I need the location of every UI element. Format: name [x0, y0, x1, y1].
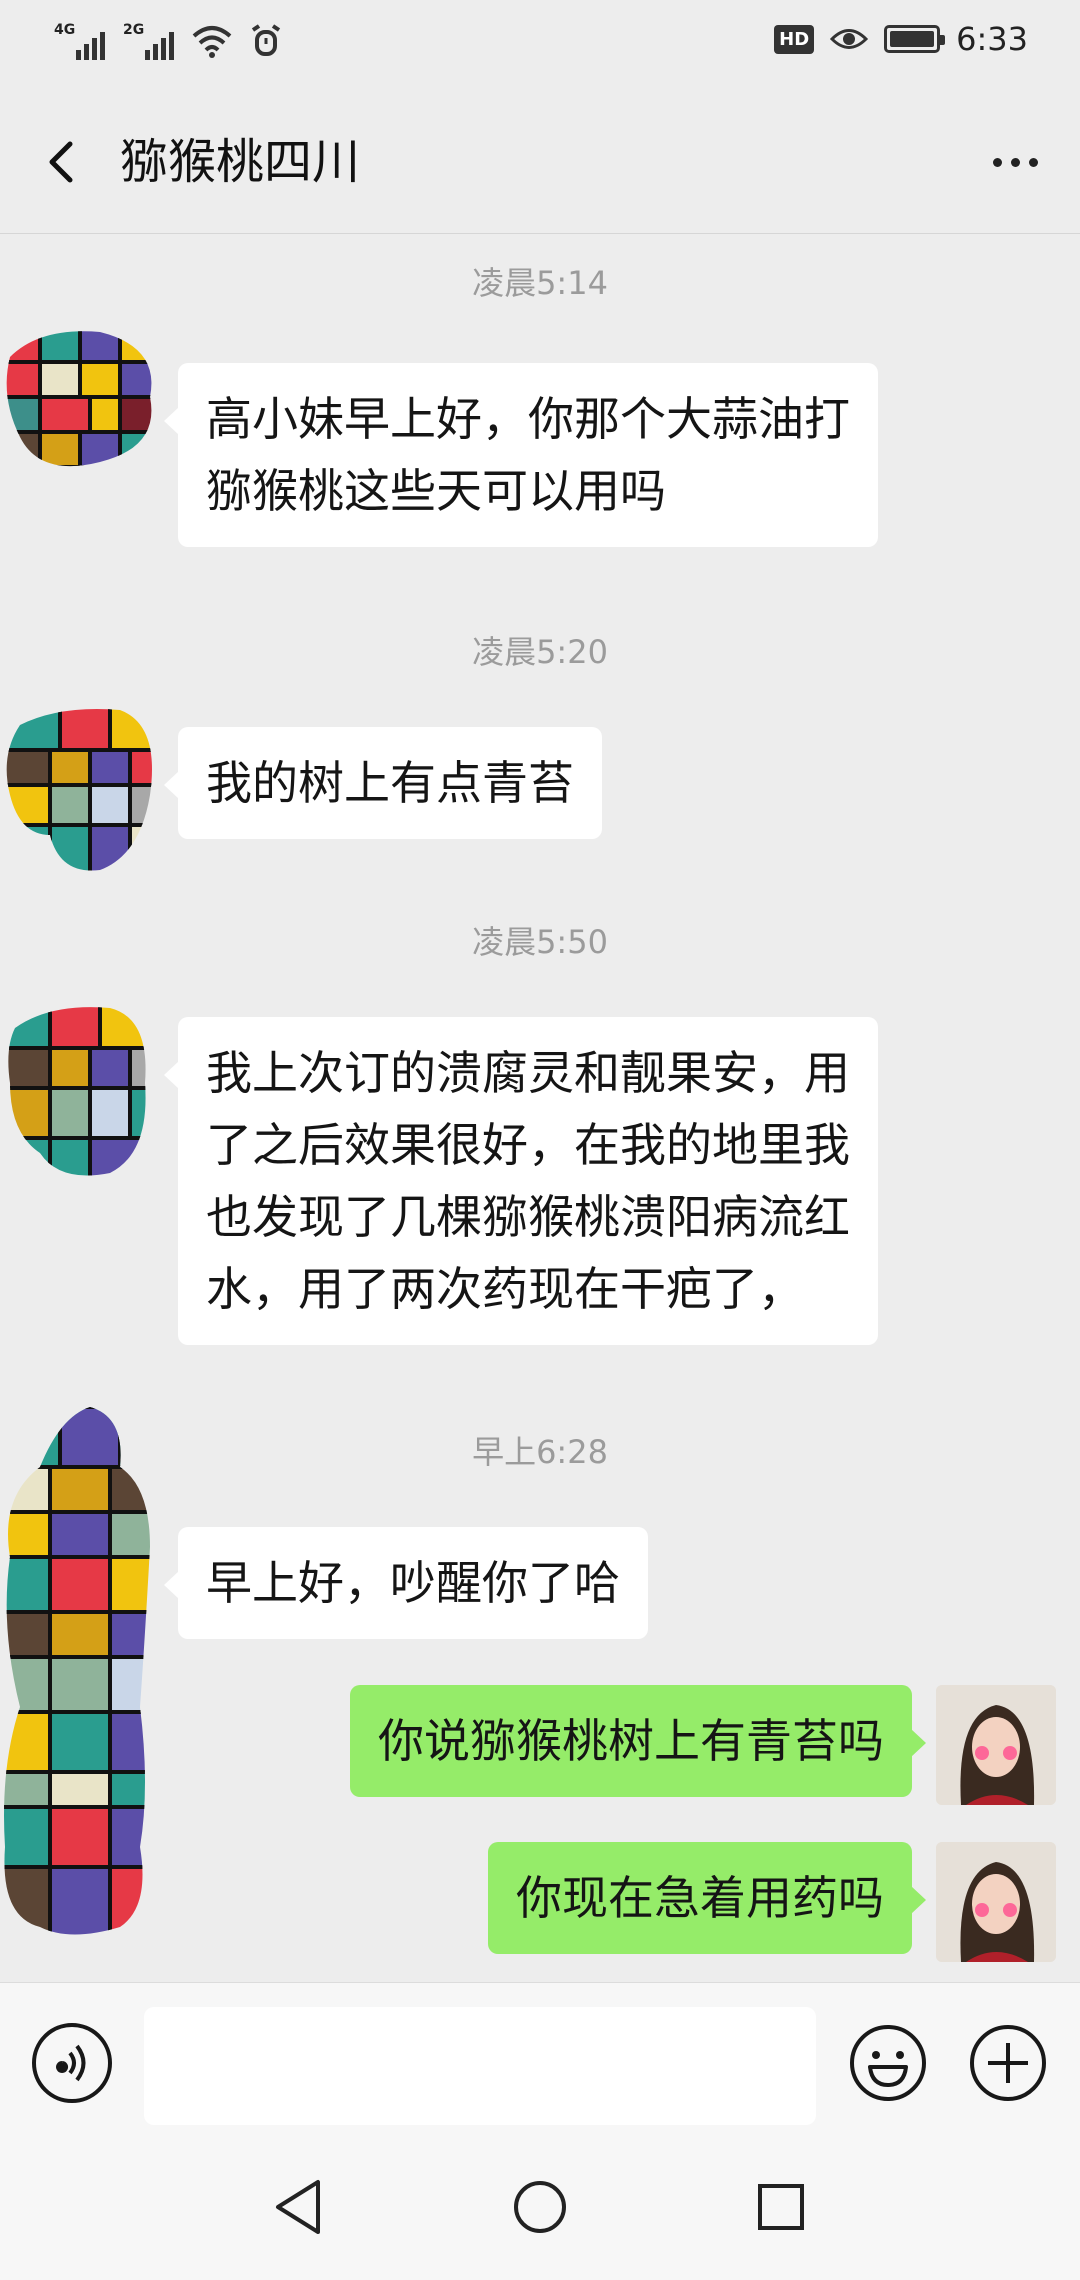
back-triangle-icon [276, 2180, 320, 2234]
more-button[interactable] [980, 130, 1050, 194]
message-line: 你现在急着用药吗 [516, 1871, 884, 1925]
status-left: 4G 2G [54, 22, 282, 60]
nav-back-button[interactable] [260, 2172, 340, 2242]
plus-icon [970, 2025, 1046, 2101]
outgoing-message[interactable]: 你说猕猴桃树上有青苔吗 [350, 1685, 926, 1797]
eye-icon [830, 29, 869, 49]
message-line: 我的树上有点青苔 [206, 756, 574, 810]
alarm-icon [251, 24, 281, 56]
home-circle-icon [514, 2181, 566, 2233]
outgoing-message[interactable]: 你现在急着用药吗 [488, 1842, 926, 1954]
message-line: 了之后效果很好，在我的地里我 [206, 1118, 850, 1172]
self-avatar[interactable] [936, 1842, 1056, 1962]
incoming-message[interactable]: 高小妹早上好，你那个大蒜油打 猕猴桃这些天可以用吗 [164, 363, 878, 547]
contact-avatar[interactable] [0, 705, 160, 875]
chat-header: 猕猴桃四川 [0, 90, 1080, 234]
message-line: 早上好，吵醒你了哈 [206, 1556, 620, 1610]
back-button[interactable] [36, 130, 96, 194]
message-input[interactable] [144, 2007, 816, 2125]
timestamp: 凌晨5:20 [472, 633, 608, 671]
signal-2g-icon: 2G [123, 22, 174, 60]
contact-avatar[interactable] [0, 1003, 160, 1183]
self-avatar-photo [936, 1685, 1056, 1805]
hd-icon: HD [774, 24, 815, 54]
timestamp: 早上6:28 [472, 1433, 608, 1471]
status-bar: 4G 2G HD 6:33 [0, 0, 1080, 90]
input-bar [0, 1982, 1080, 2132]
message-line: 你说猕猴桃树上有青苔吗 [378, 1714, 884, 1768]
more-dots-icon [992, 157, 1002, 167]
voice-button[interactable] [32, 2023, 112, 2103]
system-nav-bar [0, 2132, 1080, 2280]
contact-avatar[interactable] [0, 1407, 160, 1937]
message-line: 水，用了两次药现在干疤了， [206, 1262, 804, 1316]
timestamp: 凌晨5:50 [472, 923, 608, 961]
message-line: 也发现了几棵猕猴桃溃阳病流红 [206, 1190, 850, 1244]
clock: 6:33 [956, 20, 1028, 58]
self-avatar-photo [936, 1842, 1056, 1962]
contact-avatar[interactable] [0, 327, 160, 467]
network-type-1: 4G [54, 22, 76, 38]
wifi-icon [192, 26, 232, 58]
emoji-button[interactable] [848, 2023, 928, 2103]
message-line: 高小妹早上好，你那个大蒜油打 [206, 392, 850, 446]
chevron-left-icon [49, 141, 73, 183]
plus-button[interactable] [968, 2023, 1048, 2103]
nav-recents-button[interactable] [740, 2172, 820, 2242]
incoming-message[interactable]: 早上好，吵醒你了哈 [164, 1527, 648, 1639]
nav-home-button[interactable] [500, 2172, 580, 2242]
avatar-mosaic [6, 709, 152, 871]
avatar-mosaic [8, 1007, 146, 1176]
status-right: HD 6:33 [774, 20, 1028, 58]
message-line: 猕猴桃这些天可以用吗 [206, 464, 666, 518]
avatar-mosaic [4, 1407, 150, 1935]
timestamp: 凌晨5:14 [472, 264, 608, 302]
incoming-message[interactable]: 我的树上有点青苔 [164, 727, 602, 839]
voice-icon [56, 2044, 86, 2082]
avatar-mosaic [6, 331, 152, 467]
chat-title: 猕猴桃四川 [120, 134, 361, 190]
network-type-2: 2G [123, 22, 145, 38]
battery-icon [884, 25, 946, 53]
signal-4g-icon: 4G [54, 22, 105, 60]
self-avatar[interactable] [936, 1685, 1056, 1805]
message-line: 我上次订的溃腐灵和靓果安，用 [206, 1046, 850, 1100]
recents-square-icon [758, 2184, 804, 2230]
chat-messages[interactable]: 凌晨5:14 高小妹早上好，你那个大蒜油打 猕猴桃这些天可以用吗 凌晨5:20 [0, 235, 1080, 1980]
incoming-message[interactable]: 我上次订的溃腐灵和靓果安，用 了之后效果很好，在我的地里我 也发现了几棵猕猴桃溃… [164, 1017, 878, 1345]
emoji-icon [850, 2025, 926, 2101]
